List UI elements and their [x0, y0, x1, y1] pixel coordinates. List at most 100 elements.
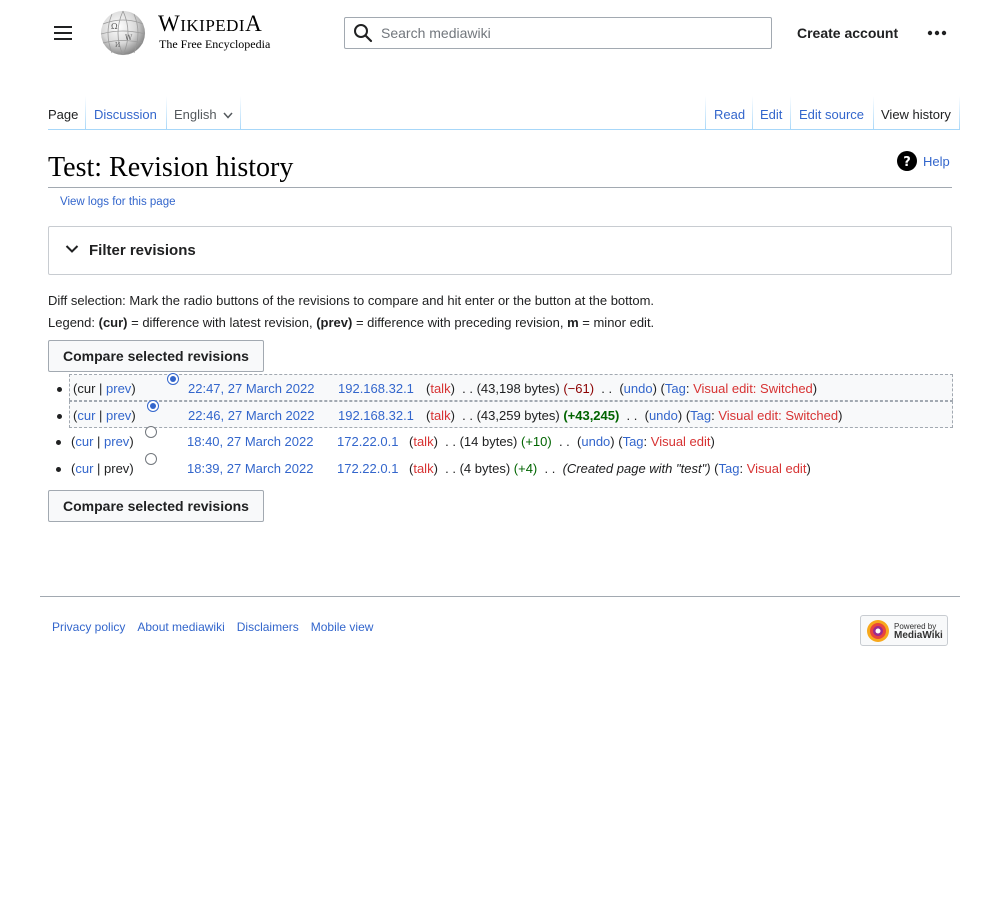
revision-date-link[interactable]: 22:46, 27 March 2022: [188, 402, 314, 429]
language-dropdown[interactable]: English: [174, 96, 233, 130]
chevron-down-icon: [223, 112, 233, 119]
mobile-view-link[interactable]: Mobile view: [311, 620, 374, 634]
footer-divider: [40, 596, 960, 597]
revision-row: (cur | prev) 18:40, 27 March 2022 172.22…: [48, 426, 953, 455]
user-talk-link[interactable]: talk: [430, 381, 450, 396]
prev-label: prev: [104, 461, 130, 476]
powered-by-text: Powered by MediaWiki: [894, 621, 943, 641]
wikipedia-globe-logo[interactable]: Ω W И: [98, 8, 148, 56]
tab-separator: [705, 96, 706, 130]
tag-link[interactable]: Tag: [718, 461, 739, 476]
revision-date-link[interactable]: 18:40, 27 March 2022: [187, 428, 313, 455]
page-title: Test: Revision history: [48, 152, 294, 183]
tab-page[interactable]: Page: [48, 96, 78, 130]
tabs-underline: [241, 129, 705, 130]
svg-text:Ω: Ω: [111, 22, 118, 31]
cur-link[interactable]: cur: [75, 461, 93, 476]
tag-link[interactable]: Tag: [690, 408, 711, 423]
cur-link[interactable]: cur: [77, 408, 95, 423]
search-input[interactable]: [381, 25, 761, 41]
revision-row: (cur | prev) 22:47, 27 March 2022 192.16…: [57, 373, 953, 402]
more-options-icon[interactable]: [921, 17, 953, 49]
revision-radio-new[interactable]: [167, 373, 179, 385]
list-bullet: [57, 414, 62, 419]
legend-text: Legend: (cur) = difference with latest r…: [48, 315, 655, 330]
tag-value-link[interactable]: Visual edit: [747, 461, 807, 476]
create-account-link[interactable]: Create account: [797, 25, 898, 41]
tab-read[interactable]: Read: [714, 96, 745, 130]
undo-link[interactable]: undo: [581, 434, 610, 449]
prev-link[interactable]: prev: [106, 381, 131, 396]
filter-revisions-panel[interactable]: Filter revisions: [48, 226, 952, 275]
wikipedia-tagline: The Free Encyclopedia: [159, 37, 271, 51]
tab-separator: [752, 96, 753, 130]
user-talk-link[interactable]: talk: [413, 434, 433, 449]
compare-revisions-button[interactable]: Compare selected revisions: [48, 340, 264, 372]
tab-edit-source[interactable]: Edit source: [799, 96, 864, 130]
privacy-policy-link[interactable]: Privacy policy: [52, 620, 125, 634]
prev-link[interactable]: prev: [104, 434, 129, 449]
tag-link[interactable]: Tag: [665, 381, 686, 396]
revision-date-link[interactable]: 22:47, 27 March 2022: [188, 375, 314, 402]
revision-radio-old[interactable]: [147, 400, 159, 412]
page-tabs: Page Discussion English Read Edit Edit s…: [0, 96, 1000, 130]
user-talk-link[interactable]: talk: [413, 461, 433, 476]
tag-value-link[interactable]: Visual edit: [651, 434, 711, 449]
edit-summary: (Created page with "test"): [562, 461, 711, 476]
revision-size: (43,259 bytes): [476, 408, 560, 423]
title-divider: [48, 187, 952, 188]
tag-value-link[interactable]: Visual edit: Switched: [718, 408, 838, 423]
chevron-down-icon: [65, 245, 79, 253]
revision-diff-size: (+4): [513, 461, 538, 476]
filter-revisions-label: Filter revisions: [89, 242, 196, 259]
tab-view-history[interactable]: View history: [881, 96, 951, 130]
undo-link[interactable]: undo: [624, 381, 653, 396]
revision-user-link[interactable]: 172.22.0.1: [337, 455, 398, 482]
about-link[interactable]: About mediawiki: [137, 620, 224, 634]
revision-user-link[interactable]: 192.168.32.1: [338, 375, 414, 402]
wikipedia-wordmark[interactable]: WIKIPEDIA: [158, 12, 262, 38]
tag-value-link[interactable]: Visual edit: Switched: [693, 381, 813, 396]
revision-size: (14 bytes): [459, 434, 518, 449]
svg-text:И: И: [115, 42, 120, 49]
diff-selection-text: Diff selection: Mark the radio buttons o…: [48, 293, 655, 308]
svg-text:?: ?: [903, 155, 911, 170]
tab-separator: [240, 96, 241, 130]
list-bullet: [57, 387, 62, 392]
compare-revisions-button-bottom[interactable]: Compare selected revisions: [48, 490, 264, 522]
revision-radio-old[interactable]: [145, 426, 157, 438]
list-bullet: [56, 440, 61, 445]
tab-separator: [959, 96, 960, 130]
prev-link[interactable]: prev: [106, 408, 131, 423]
user-talk-link[interactable]: talk: [430, 408, 450, 423]
revision-user-link[interactable]: 192.168.32.1: [338, 402, 414, 429]
search-icon: [345, 23, 381, 43]
language-label: English: [174, 107, 217, 122]
mediawiki-flower-icon: [867, 619, 889, 642]
revision-user-link[interactable]: 172.22.0.1: [337, 428, 398, 455]
revision-diff-size: (+10): [521, 434, 552, 449]
tab-edit[interactable]: Edit: [760, 96, 782, 130]
undo-link[interactable]: undo: [649, 408, 678, 423]
revision-date-link[interactable]: 18:39, 27 March 2022: [187, 455, 313, 482]
main-menu-icon[interactable]: [47, 17, 79, 49]
help-icon: ?: [897, 151, 917, 171]
tab-separator: [873, 96, 874, 130]
tag-link[interactable]: Tag: [623, 434, 644, 449]
footer-links: Privacy policy About mediawiki Disclaime…: [52, 620, 373, 634]
revision-diff-size: (−61): [563, 381, 595, 396]
list-bullet: [56, 467, 61, 472]
site-header: Ω W И WIKIPEDIA The Free Encyclopedia Cr…: [0, 0, 1000, 66]
cur-link[interactable]: cur: [75, 434, 93, 449]
tab-separator: [166, 96, 167, 130]
disclaimers-link[interactable]: Disclaimers: [237, 620, 299, 634]
tab-separator: [85, 96, 86, 130]
view-logs-link[interactable]: View logs for this page: [60, 196, 176, 208]
tab-discussion[interactable]: Discussion: [94, 96, 157, 130]
cur-label: cur: [77, 381, 96, 396]
help-link[interactable]: ? Help: [897, 151, 950, 171]
revision-radio-old[interactable]: [145, 453, 157, 465]
search-box[interactable]: [344, 17, 772, 49]
revision-row: (cur | prev) 22:46, 27 March 2022 192.16…: [57, 400, 953, 429]
powered-by-mediawiki-badge[interactable]: Powered by MediaWiki: [860, 615, 948, 646]
